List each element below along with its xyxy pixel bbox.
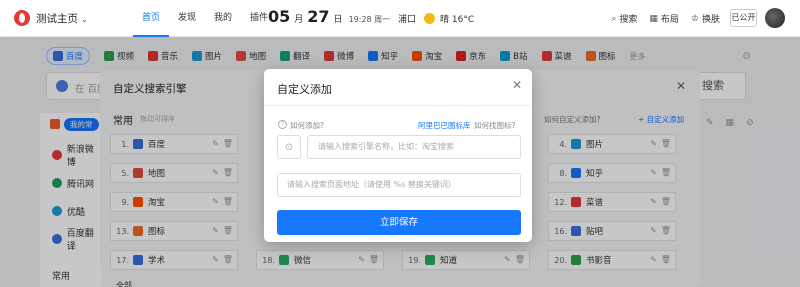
opera-logo-icon[interactable]: [14, 10, 30, 26]
search-tool-button[interactable]: ⌕ 搜索: [611, 12, 638, 26]
home-title[interactable]: 测试主页 ⌄: [36, 11, 88, 26]
date-display: 05 月 27 日 19:28 周一: [268, 7, 390, 26]
weather-widget[interactable]: 浦口 晴 16°C: [398, 12, 474, 25]
close-icon[interactable]: ✕: [512, 78, 522, 92]
avatar[interactable]: [765, 8, 785, 28]
layout-tool-button[interactable]: ▦ 布局: [649, 12, 679, 26]
dialog-title: 自定义添加: [277, 83, 332, 96]
weather-city: 浦口: [398, 15, 417, 25]
how-add-link[interactable]: 如何添加?: [290, 120, 324, 131]
header-tools: ⌕ 搜索 ▦ 布局 ♔ 换肤: [599, 12, 720, 26]
main-nav: 首页 发现 我的 插件: [133, 0, 277, 37]
weather-desc: 晴 16°C: [440, 15, 475, 25]
custom-add-dialog: 自定义添加 ✕ ? 如何添加? 阿里巴巴图标库 如何找图标? ⊙ 请输入搜索引擎…: [264, 69, 532, 242]
save-button[interactable]: 立即保存: [277, 210, 521, 235]
layout-icon: ▦: [649, 13, 658, 24]
public-button[interactable]: 已公开: [730, 9, 757, 27]
layout-tool-label: 布局: [660, 15, 679, 25]
month-number: 05: [268, 7, 291, 26]
month-unit: 月: [294, 15, 304, 25]
icon-upload-button[interactable]: ⊙: [277, 135, 301, 159]
top-bar: 测试主页 ⌄ 首页 发现 我的 插件 05 月 27 日 19:28 周一 浦口 …: [0, 0, 800, 37]
nav-mine[interactable]: 我的: [205, 0, 241, 37]
search-tool-label: 搜索: [619, 15, 638, 25]
engine-name-input[interactable]: 请输入搜索引擎名称，比如：淘宝搜索: [307, 135, 521, 159]
skin-tool-button[interactable]: ♔ 换肤: [690, 12, 720, 26]
how-find-icon-link[interactable]: 如何找图标?: [474, 120, 515, 131]
day-unit: 日: [333, 15, 343, 25]
engine-url-input[interactable]: 请输入搜索页面地址（请使用 %s 替换关键词）: [277, 173, 521, 197]
camera-icon: ⊙: [284, 141, 294, 153]
nav-home[interactable]: 首页: [133, 0, 170, 37]
search-icon: ⌕: [611, 13, 617, 24]
time-weekday: 19:28 周一: [348, 15, 391, 24]
question-icon: ?: [278, 120, 287, 129]
nav-discover[interactable]: 发现: [169, 0, 205, 37]
skin-tool-label: 换肤: [701, 15, 720, 25]
chevron-down-icon[interactable]: ⌄: [81, 15, 88, 24]
divider: [264, 105, 532, 106]
skin-icon: ♔: [690, 13, 699, 24]
day-number: 27: [307, 7, 330, 26]
sun-icon: [424, 13, 436, 24]
alibaba-iconfont-link[interactable]: 阿里巴巴图标库: [418, 120, 471, 131]
